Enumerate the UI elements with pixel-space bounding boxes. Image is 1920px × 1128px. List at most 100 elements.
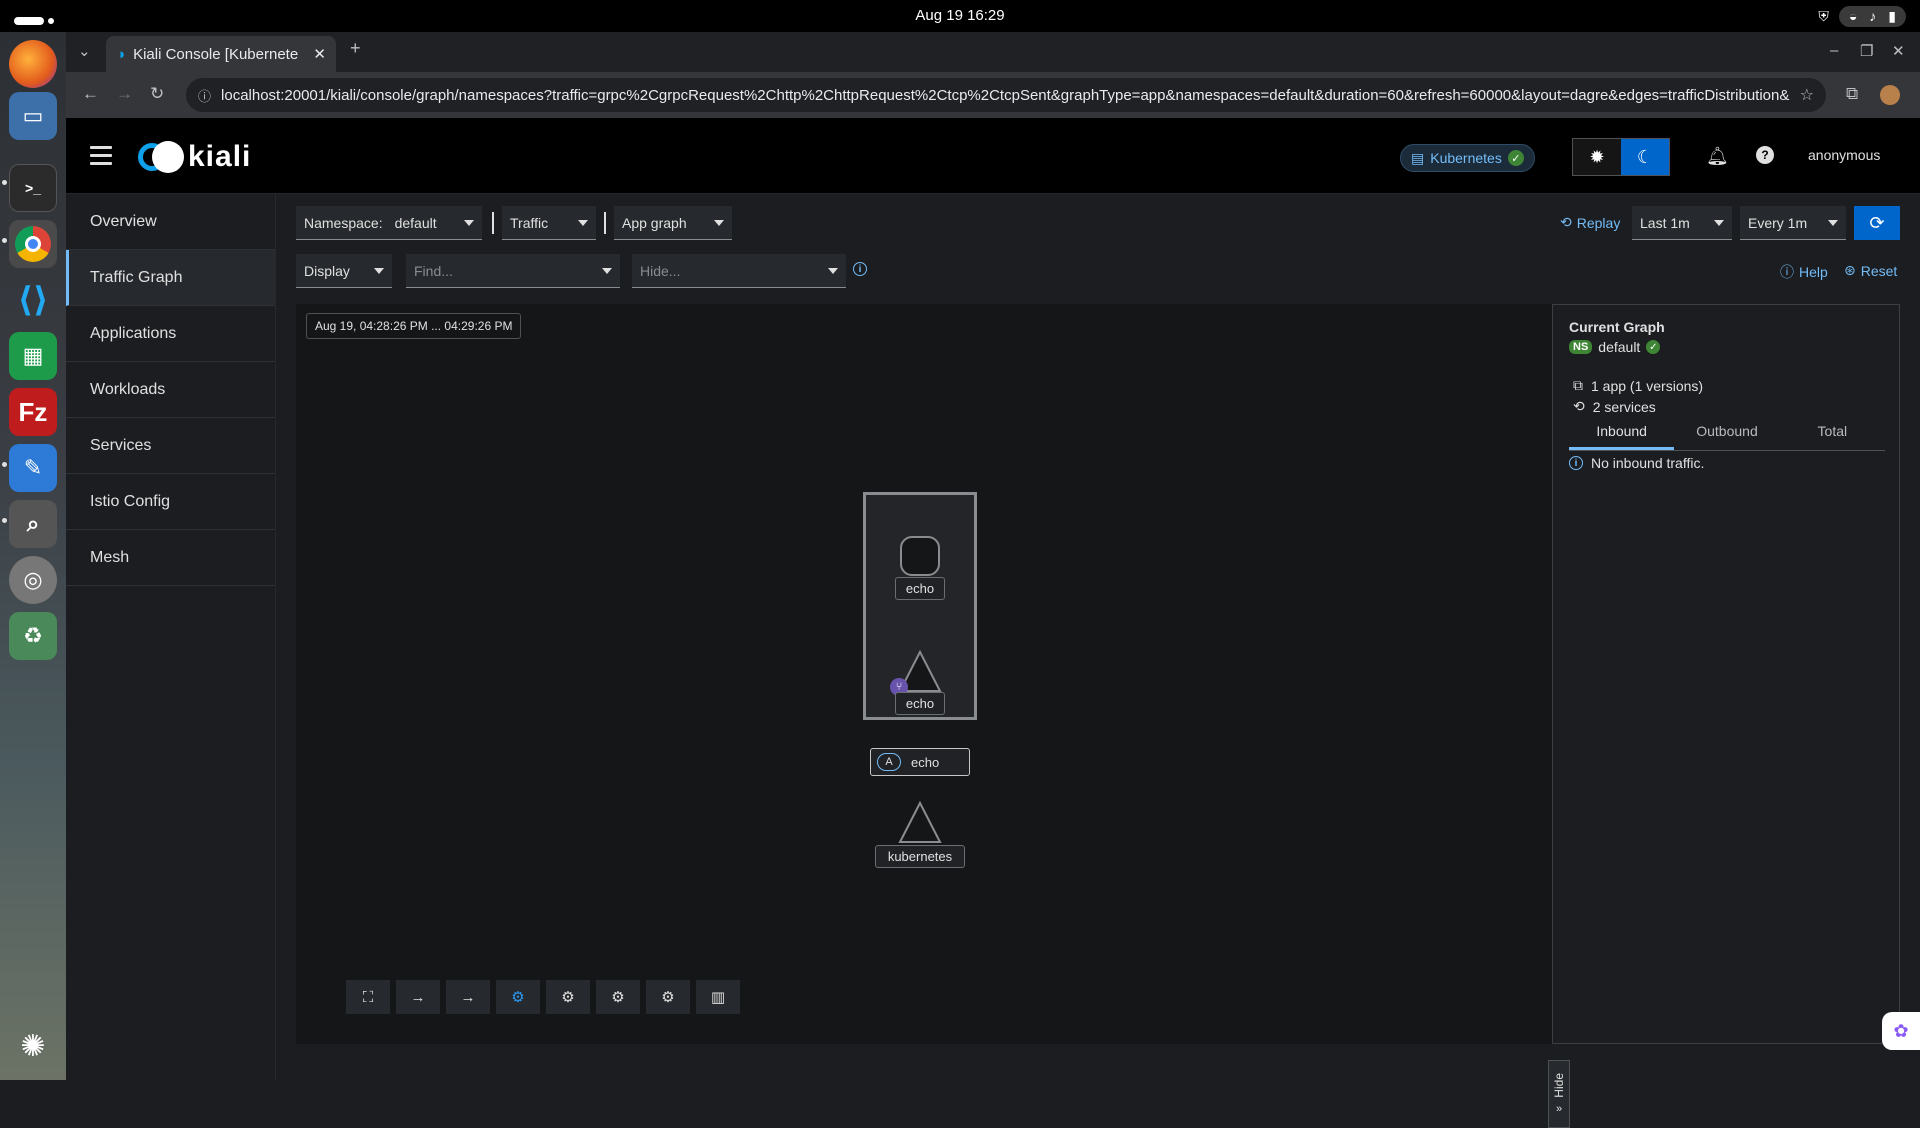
layout-cose-icon[interactable]: ⚙ [546, 980, 590, 1014]
help-button[interactable]: ⓘ Help [1780, 262, 1828, 282]
traffic-dropdown[interactable]: Traffic [502, 206, 596, 240]
kiali-logo[interactable]: kiali [138, 140, 251, 174]
light-theme-button[interactable]: ✹ [1573, 139, 1621, 175]
reset-label: Reset [1860, 262, 1898, 279]
dark-theme-button[interactable]: ☾ [1621, 139, 1669, 175]
kubernetes-service-node[interactable] [897, 800, 943, 846]
extensions-icon[interactable]: ⧉ [1846, 84, 1858, 104]
system-clock[interactable]: Aug 19 16:29 [0, 7, 1920, 24]
no-traffic-text: No inbound traffic. [1591, 455, 1705, 471]
files-icon[interactable]: ▭ [9, 92, 57, 140]
hide-placeholder: Hide... [640, 262, 681, 279]
graph-type-label: App graph [622, 214, 687, 231]
filezilla-icon[interactable]: Fz [9, 388, 57, 436]
sidebar-item-traffic-graph[interactable]: Traffic Graph [66, 250, 275, 306]
hide-panel-button[interactable]: Hide » [1548, 1060, 1570, 1128]
layout-concentric-icon[interactable]: ⚙ [646, 980, 690, 1014]
trash-icon[interactable]: ♻ [9, 612, 57, 660]
cluster-icon: ▤ [1411, 149, 1425, 166]
restore-icon[interactable]: ❐ [1860, 42, 1873, 60]
workload-node[interactable] [900, 536, 940, 576]
graph-toolbar: ⛶ → → ⚙ ⚙ ⚙ ⚙ ▥ [346, 980, 740, 1014]
volume-icon: ♪ [1869, 8, 1877, 24]
minimize-icon[interactable]: – [1830, 42, 1838, 59]
sidebar-item-services[interactable]: Services [66, 418, 275, 474]
sidebar-item-overview[interactable]: Overview [66, 194, 275, 250]
tab-list-icon[interactable]: ⌄ [78, 42, 91, 60]
forward-icon[interactable]: → [116, 84, 133, 104]
sidebar-item-workloads[interactable]: Workloads [66, 362, 275, 418]
app-icon: ⧉ [1573, 377, 1583, 393]
reset-button[interactable]: ⊛ Reset [1844, 262, 1897, 279]
replay-button[interactable]: ⟲ Replay [1560, 214, 1620, 231]
reload-icon[interactable]: ↻ [150, 84, 164, 104]
text-editor-icon[interactable]: ✎ [9, 444, 57, 492]
tab-outbound[interactable]: Outbound [1674, 413, 1779, 450]
tab-total[interactable]: Total [1780, 413, 1885, 450]
app-box-label: A echo [870, 748, 970, 776]
search-app-icon[interactable]: ⌕ [9, 500, 57, 548]
ubuntu-icon[interactable]: ✺ [9, 1022, 57, 1070]
help-icon[interactable]: ? [1756, 146, 1774, 164]
app-badge: A [877, 753, 901, 771]
namespace-dropdown[interactable]: Namespace: default [296, 206, 482, 240]
namespace-name[interactable]: default [1598, 339, 1640, 355]
user-name[interactable]: anonymous [1808, 147, 1880, 163]
sidebar-item-istio-config[interactable]: Istio Config [66, 474, 275, 530]
address-bar[interactable]: ⓘ localhost:20001/kiali/console/graph/na… [186, 78, 1826, 112]
zoom-to-fit-icon[interactable]: ⛶ [346, 980, 390, 1014]
panel-title: Current Graph [1569, 319, 1665, 335]
hamburger-menu-icon[interactable] [90, 146, 112, 166]
close-window-icon[interactable]: ✕ [1892, 42, 1905, 60]
kiali-logo-text: kiali [188, 140, 252, 173]
refresh-button[interactable]: ⟳ [1854, 206, 1900, 240]
system-tray[interactable]: ⛨ ◒ ♪ ▮ [1818, 6, 1906, 27]
sidebar-item-applications[interactable]: Applications [66, 306, 275, 362]
vscode-icon[interactable]: ⟨⟩ [9, 276, 57, 324]
zoom-in-icon[interactable]: → [396, 980, 440, 1014]
back-icon[interactable]: ← [82, 84, 99, 104]
sync-icon: ⟳ [1869, 212, 1885, 233]
duration-dropdown[interactable]: Last 1m [1632, 206, 1732, 240]
graph-type-dropdown[interactable]: App graph [614, 206, 732, 240]
hide-input[interactable]: Hide... [632, 254, 846, 288]
disk-icon[interactable]: ◎ [9, 556, 57, 604]
info-icon[interactable]: i [853, 262, 867, 276]
moon-icon: ☾ [1636, 146, 1654, 167]
zoom-out-icon[interactable]: → [446, 980, 490, 1014]
spreadsheet-icon[interactable]: ▦ [9, 332, 57, 380]
terminal-icon[interactable]: >_ [9, 164, 57, 212]
cluster-badge[interactable]: ▤ Kubernetes ✓ [1400, 144, 1535, 172]
tab-inbound[interactable]: Inbound [1569, 413, 1675, 450]
bell-icon[interactable]: 🔔︎ [1706, 146, 1729, 167]
summary-panel: Current Graph NS default ✓ ⧉ 1 app (1 ve… [1552, 304, 1900, 1044]
toolbar-divider [492, 212, 494, 234]
find-input[interactable]: Find... [406, 254, 620, 288]
layout-dagre-icon[interactable]: ⚙ [496, 980, 540, 1014]
display-dropdown[interactable]: Display [296, 254, 392, 288]
reset-icon: ⊛ [1844, 262, 1856, 278]
traffic-label: Traffic [510, 214, 549, 231]
assistant-widget-icon[interactable]: ✿ [1882, 1012, 1920, 1050]
sidebar-item-mesh[interactable]: Mesh [66, 530, 275, 586]
refresh-interval-dropdown[interactable]: Every 1m [1740, 206, 1846, 240]
wifi-icon: ◒ [1848, 8, 1858, 24]
browser-menu-icon[interactable]: ⋮ [1916, 84, 1920, 104]
service-node-label: echo [895, 692, 945, 715]
close-tab-icon[interactable]: ✕ [313, 45, 326, 63]
dock: ▭ >_ ⟨⟩ ▦ Fz ✎ ⌕ ◎ ♻ ✺ [0, 32, 66, 1080]
new-tab-icon[interactable]: + [350, 38, 361, 59]
graph-canvas[interactable]: Aug 19, 04:28:26 PM ... 04:29:26 PM echo… [296, 304, 1570, 1128]
bookmark-star-icon[interactable]: ☆ [1800, 85, 1814, 105]
duration-value: Last 1m [1640, 214, 1690, 231]
chrome-icon[interactable] [9, 220, 57, 268]
legend-map-icon[interactable]: ▥ [696, 980, 740, 1014]
panel-namespace: NS default ✓ [1569, 339, 1661, 355]
profile-avatar[interactable] [1880, 85, 1900, 105]
site-info-icon[interactable]: ⓘ [198, 86, 211, 105]
layout-grid-icon[interactable]: ⚙ [596, 980, 640, 1014]
theme-toggle[interactable]: ✹ ☾ [1572, 138, 1670, 176]
firefox-icon[interactable] [9, 40, 57, 88]
browser-tab[interactable]: ◑ Kiali Console [Kubernete ✕ [106, 36, 336, 72]
no-traffic-message: i No inbound traffic. [1569, 455, 1704, 471]
